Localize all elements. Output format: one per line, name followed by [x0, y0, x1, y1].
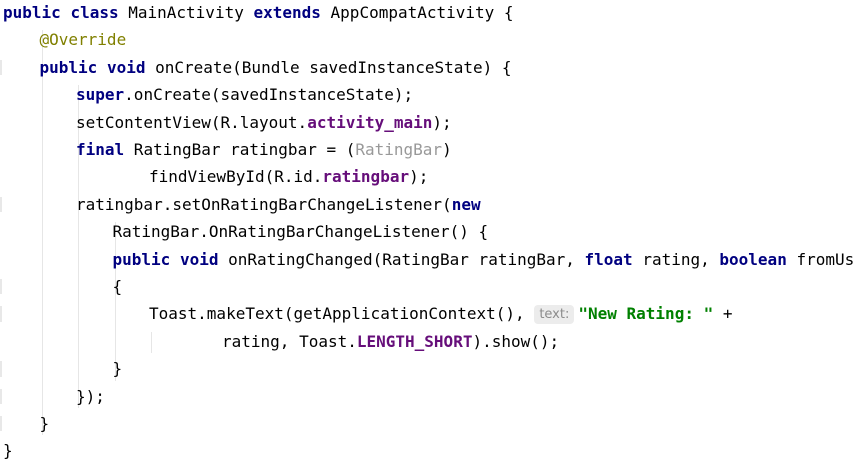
code-line[interactable]: }: [113, 355, 123, 382]
code-token: ): [442, 140, 452, 159]
code-line[interactable]: {: [113, 273, 123, 300]
code-line[interactable]: public void onRatingChanged(RatingBar ra…: [113, 246, 855, 273]
keyword-token: new: [451, 194, 481, 214]
keyword-token: final: [76, 140, 125, 159]
code-token: ).show();: [472, 331, 560, 351]
code-line[interactable]: final RatingBar ratingbar = (RatingBar): [76, 136, 452, 163]
code-token: );: [409, 167, 429, 187]
annotation-token: @Override: [39, 30, 127, 50]
code-line[interactable]: Toast.makeText(getApplicationContext(), …: [149, 300, 732, 327]
keyword-token: super: [76, 85, 125, 105]
code-token: +: [713, 304, 733, 324]
code-line[interactable]: public void onCreate(Bundle savedInstanc…: [40, 54, 512, 81]
cast-type-token: RatingBar: [355, 140, 443, 159]
code-token: RatingBar ratingbar = (: [124, 140, 356, 159]
gutter-marker: [0, 59, 2, 76]
parameter-hint: text:: [534, 305, 575, 325]
gutter-marker: [0, 388, 2, 404]
gutter-marker: [0, 279, 2, 295]
indent-guide: [41, 30, 43, 436]
code-token: );: [432, 112, 452, 132]
indent-guide: [151, 331, 152, 354]
code-token: Toast.makeText(getApplicationContext(),: [149, 304, 535, 324]
keyword-token: void: [106, 57, 146, 77]
code-token: fromUser): [796, 249, 855, 269]
keyword-token: void: [179, 249, 219, 269]
code-token: findViewById(R.id.: [149, 167, 323, 187]
keyword-token: boolean: [719, 249, 787, 269]
code-line[interactable]: });: [76, 383, 105, 410]
code-token: .onCreate(savedInstanceState);: [124, 85, 414, 105]
field-token: activity_main: [307, 112, 433, 132]
gutter-marker: [0, 196, 2, 213]
code-line[interactable]: }: [3, 437, 13, 464]
code-line[interactable]: findViewById(R.id.ratingbar);: [149, 163, 428, 190]
code-token: MainActivity: [118, 3, 254, 22]
gutter-marker: [0, 361, 2, 377]
code-line[interactable]: public class MainActivity extends AppCom…: [3, 0, 514, 26]
keyword-token: extends: [253, 3, 321, 22]
keyword-token: public: [3, 3, 61, 22]
keyword-token: float: [584, 249, 633, 269]
code-token: rating,: [632, 249, 720, 269]
code-line[interactable]: super.onCreate(savedInstanceState);: [76, 81, 413, 108]
code-token: {: [112, 277, 123, 296]
code-token: });: [76, 386, 105, 406]
code-token: }: [39, 414, 50, 433]
keyword-token: class: [70, 3, 119, 22]
gutter-marker: [0, 306, 2, 322]
code-line[interactable]: }: [40, 410, 50, 437]
code-token: onRatingChanged(RatingBar ratingBar,: [218, 249, 585, 269]
keyword-token: public: [39, 57, 98, 77]
code-line[interactable]: rating, Toast.LENGTH_SHORT).show();: [222, 328, 559, 355]
code-token: }: [112, 359, 123, 379]
field-token: LENGTH_SHORT: [356, 331, 473, 351]
code-token: onCreate(Bundle savedInstanceState) {: [145, 57, 512, 77]
field-token: ratingbar: [322, 167, 410, 187]
code-token: }: [3, 441, 13, 461]
code-token: RatingBar.OnRatingBarChangeListener() {: [112, 222, 489, 242]
code-line[interactable]: @Override: [40, 26, 127, 53]
code-token: setContentView(R.layout.: [76, 112, 308, 132]
keyword-token: public: [112, 249, 171, 269]
code-token: ratingbar.setOnRatingBarChangeListener(: [76, 194, 452, 214]
string-literal-token: "New Rating: ": [578, 304, 714, 324]
code-token: rating, Toast.: [222, 331, 357, 351]
code-line[interactable]: setContentView(R.layout.activity_main);: [76, 109, 452, 136]
code-editor[interactable]: public class MainActivity extends AppCom…: [0, 0, 855, 469]
code-line[interactable]: RatingBar.OnRatingBarChangeListener() {: [113, 218, 489, 245]
gutter-marker: [0, 416, 2, 432]
code-token: AppCompatActivity {: [320, 3, 514, 22]
code-line[interactable]: ratingbar.setOnRatingBarChangeListener(n…: [76, 191, 481, 218]
